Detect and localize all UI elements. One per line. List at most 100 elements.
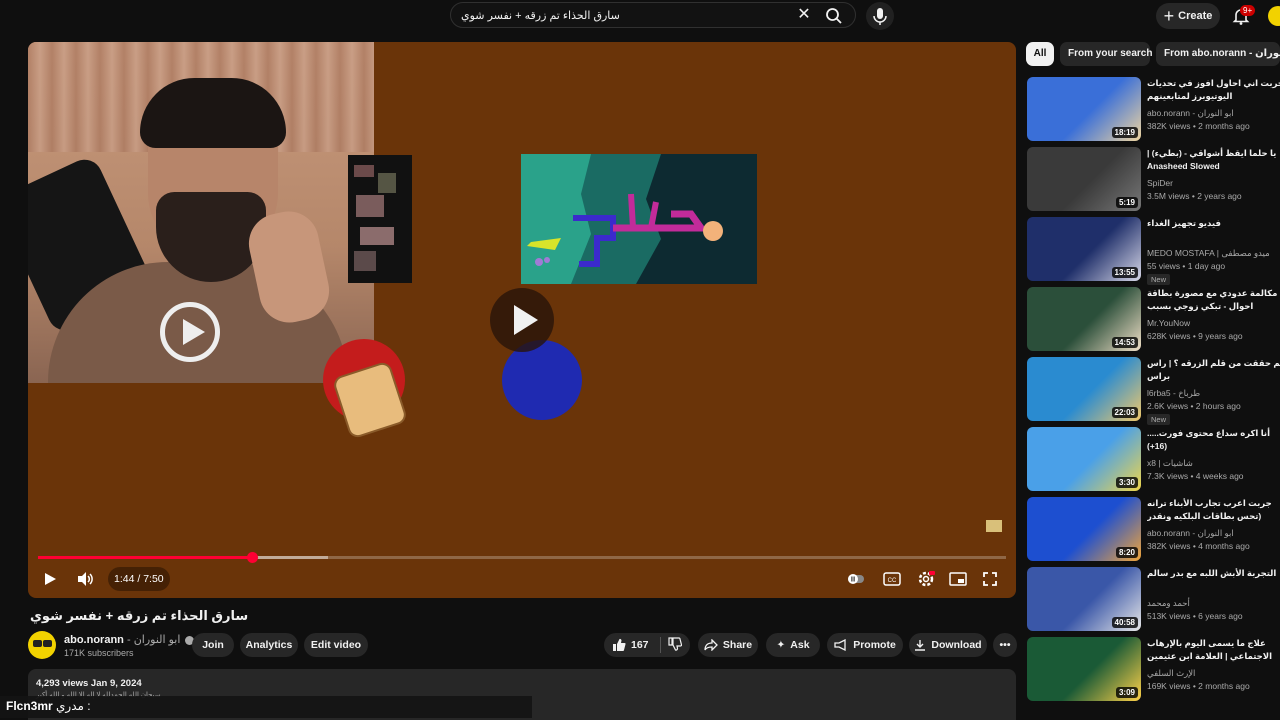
duration-badge: 22:03 [1111, 407, 1138, 418]
join-button[interactable]: Join [192, 633, 234, 657]
youtube-watch-page: سارق الحذاء تم زرقه + نفسر شوي ✕ + Creat… [0, 0, 1280, 720]
account-avatar[interactable] [1268, 6, 1280, 26]
recommendation-item[interactable]: 5:19 يا حلما ايقظ أشواقي - (بطيء) | Anash… [1027, 147, 1280, 211]
edit-video-label: Edit video [310, 639, 362, 651]
recommendation-channel[interactable]: x8 | شاشيات [1147, 458, 1193, 469]
recommendation-item[interactable]: 22:03 كم حققت من قلم الزرقه ؟ | راس براس l… [1027, 357, 1280, 425]
channel-handle[interactable]: abo.norann [64, 634, 124, 646]
recommendation-title[interactable]: جربت اعرب تجارب الأبناء ترانه (تحس بطاقا… [1147, 497, 1280, 525]
plus-icon: + [1163, 6, 1175, 26]
game-artwork [521, 154, 757, 284]
more-options-icon[interactable]: ••• [993, 633, 1017, 657]
recommendation-meta: 169K views • 2 months ago [1147, 681, 1250, 691]
recommendation-channel[interactable]: الإرث السلفي [1147, 668, 1195, 679]
thumbs-down-icon[interactable] [668, 637, 683, 654]
duration-badge: 5:19 [1115, 197, 1138, 208]
recommendation-item[interactable]: 3:30 أنا اكره سداع محتوى فورت..... (16+) x… [1027, 427, 1280, 491]
search-box[interactable]: سارق الحذاء تم زرقه + نفسر شوي ✕ [450, 2, 856, 28]
share-label: Share [722, 639, 753, 651]
top-bar: سارق الحذاء تم زرقه + نفسر شوي ✕ + Creat… [0, 0, 1280, 32]
download-button[interactable]: Download [909, 633, 987, 657]
play-icon[interactable] [38, 568, 62, 590]
progress-scrubber[interactable] [246, 552, 258, 563]
promote-button[interactable]: Promote [827, 633, 903, 657]
video-thumbnail[interactable]: 3:09 [1027, 637, 1141, 701]
recommendation-item[interactable]: 14:53 مكالمة عدودي مع مصورة بطاقة احوال -… [1027, 287, 1280, 351]
chip-all[interactable]: All [1026, 42, 1054, 66]
recommendation-item[interactable]: 18:19 جربت اني احاول افوز في تحديات اليوت… [1027, 77, 1280, 141]
edit-video-button[interactable]: Edit video [304, 633, 368, 657]
download-label: Download [931, 639, 982, 651]
video-thumbnail[interactable]: 8:20 [1027, 497, 1141, 561]
join-label: Join [202, 639, 224, 651]
subtitles-icon[interactable]: CC [880, 568, 904, 590]
chip-from-channel[interactable]: From abo.norann - ابو النوران [1156, 42, 1280, 66]
close-icon[interactable]: ✕ [795, 6, 813, 24]
settings-gear-icon[interactable] [914, 568, 938, 590]
volume-icon[interactable] [74, 568, 98, 590]
recommendation-meta: 628K views • 9 years ago [1147, 331, 1243, 341]
video-thumbnail[interactable]: 18:19 [1027, 77, 1141, 141]
video-thumbnail[interactable]: 13:55 [1027, 217, 1141, 281]
like-button[interactable]: 167 [604, 633, 690, 657]
create-button[interactable]: + Create [1156, 3, 1220, 29]
recommendation-item[interactable]: 40:58 التجربة الأبش اللبه مع بدر سالم أحمد… [1027, 567, 1280, 631]
pixel-thumbnail [348, 155, 412, 283]
recommendation-channel[interactable]: abo.norann - ابو النوران [1147, 108, 1234, 119]
recommendation-title[interactable]: يا حلما ايقظ أشواقي - (بطيء) | Anasheed … [1147, 147, 1280, 173]
recommendation-meta: 513K views • 6 years ago [1147, 611, 1243, 621]
recommendation-title[interactable]: فيديو تجهيز الغداء [1147, 217, 1280, 230]
recommendation-channel[interactable]: SpiDer [1147, 178, 1173, 188]
autoplay-toggle-icon[interactable] [844, 568, 868, 590]
recommendation-meta: 55 views • 1 day ago [1147, 261, 1226, 271]
recommendation-channel[interactable]: abo.norann - ابو النوران [1147, 528, 1234, 539]
recommendation-item[interactable]: 8:20 جربت اعرب تجارب الأبناء ترانه (تحس ب… [1027, 497, 1280, 561]
recommendation-title[interactable]: علاج ما يسمى اليوم بالإرهاب الاجتماعي | … [1147, 637, 1280, 665]
progress-bar[interactable] [38, 552, 1006, 563]
svg-text:CC: CC [888, 578, 897, 584]
chip-from-your-search[interactable]: From your search [1060, 42, 1152, 66]
big-play-icon[interactable] [490, 288, 554, 352]
recommendation-title[interactable]: جربت اني احاول افوز في تحديات اليوتيوبرز… [1147, 77, 1280, 103]
microphone-icon[interactable] [866, 2, 894, 30]
search-input[interactable]: سارق الحذاء تم زرقه + نفسر شوي [461, 9, 620, 22]
video-thumbnail[interactable]: 5:19 [1027, 147, 1141, 211]
recommendation-channel[interactable]: MEDO MOSTAFA | ميدو مصطفى [1147, 248, 1270, 259]
subscriber-count: 171K subscribers [64, 648, 134, 658]
new-badge: New [1147, 274, 1171, 285]
duration-badge: 3:09 [1115, 687, 1138, 698]
video-player[interactable]: 1:44 / 7:50 CC [28, 42, 1016, 598]
channel-name[interactable]: abo.norann - ابو النوران [64, 633, 195, 646]
search-icon[interactable] [823, 5, 845, 27]
video-title: سارق الحذاء تم زرقه + نفسر شوي [30, 608, 249, 623]
notification-badge: 9+ [1240, 5, 1256, 16]
channel-avatar[interactable] [28, 631, 56, 659]
share-button[interactable]: Share [698, 633, 758, 657]
duration-badge: 13:55 [1111, 267, 1138, 278]
video-thumbnail[interactable]: 22:03 [1027, 357, 1141, 421]
promote-label: Promote [853, 639, 896, 651]
recommendation-meta: 382K views • 4 months ago [1147, 541, 1250, 551]
like-count: 167 [631, 639, 649, 651]
video-thumbnail[interactable]: 40:58 [1027, 567, 1141, 631]
recommendation-meta: 3.5M views • 2 years ago [1147, 191, 1242, 201]
channel-alias[interactable]: ابو النوران [134, 634, 181, 646]
recommendation-title[interactable]: مكالمة عدودي مع مصورة بطاقة احوال - تبكي… [1147, 287, 1280, 315]
recommendation-channel[interactable]: Mr.YouNow [1147, 318, 1190, 328]
fullscreen-icon[interactable] [978, 568, 1002, 590]
analytics-button[interactable]: Analytics [240, 633, 298, 657]
analytics-label: Analytics [245, 639, 293, 651]
video-thumbnail[interactable]: 3:30 [1027, 427, 1141, 491]
thumbs-up-icon [613, 638, 626, 651]
ask-button[interactable]: ✦ Ask [766, 633, 820, 657]
recommendation-item[interactable]: 13:55 فيديو تجهيز الغداء MEDO MOSTAFA | مي… [1027, 217, 1280, 285]
recommendation-title[interactable]: أنا اكره سداع محتوى فورت..... (16+) [1147, 427, 1280, 453]
miniplayer-icon[interactable] [946, 568, 970, 590]
video-thumbnail[interactable]: 14:53 [1027, 287, 1141, 351]
recommendation-channel[interactable]: l6rba5 - طرباخ [1147, 388, 1200, 399]
recommendation-title[interactable]: التجربة الأبش اللبه مع بدر سالم [1147, 567, 1280, 580]
recommendation-channel[interactable]: أحمد ومحمد [1147, 598, 1190, 609]
recommendation-title[interactable]: كم حققت من قلم الزرقه ؟ | راس براس [1147, 357, 1280, 383]
share-arrow-icon [704, 639, 718, 651]
recommendation-item[interactable]: 3:09 علاج ما يسمى اليوم بالإرهاب الاجتماع… [1027, 637, 1280, 701]
